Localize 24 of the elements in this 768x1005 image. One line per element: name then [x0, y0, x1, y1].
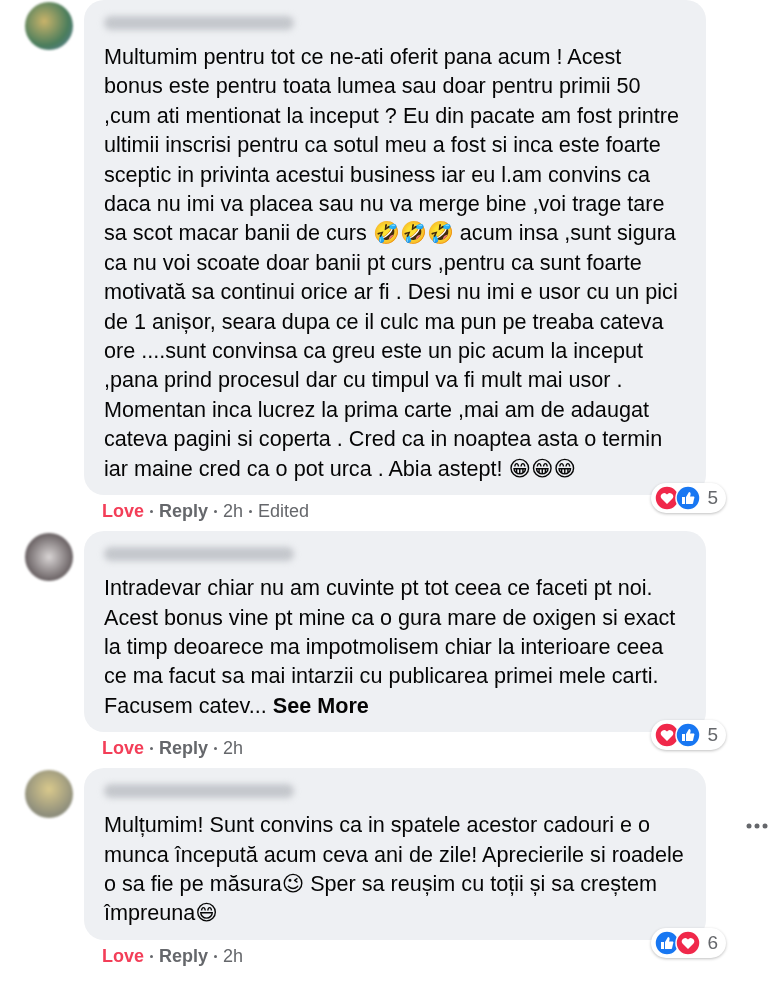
- comment-text: Intradevar chiar nu am cuvinte pt tot ceea ce faceti pt noi. Acest bonus vine pt mine ca o gura mare de oxigen si exact la timp deoarece ma impotmolisem chiar la interioare ceea ce ma facut sa mai intarzii cu publicarea primei mele carti. Facusem catev... See More: [104, 574, 677, 720]
- reply-link[interactable]: Reply: [159, 501, 209, 523]
- avatar[interactable]: [25, 770, 73, 819]
- avatar[interactable]: [25, 533, 73, 582]
- reaction-badge[interactable]: 5: [651, 483, 726, 514]
- love-link[interactable]: Love: [102, 501, 144, 523]
- timestamp: 2h: [223, 945, 244, 967]
- reply-link[interactable]: Reply: [159, 945, 209, 967]
- reaction-badge[interactable]: 6: [651, 927, 726, 958]
- reaction-badge[interactable]: 5: [651, 720, 726, 751]
- reaction-count: 6: [707, 931, 718, 954]
- reply-link[interactable]: Reply: [159, 738, 209, 760]
- love-link[interactable]: Love: [102, 945, 144, 967]
- reaction-count: 5: [707, 724, 718, 747]
- avatar[interactable]: [25, 2, 73, 50]
- love-link[interactable]: Love: [102, 738, 144, 760]
- timestamp: 2h: [223, 501, 244, 523]
- timestamp: 2h: [223, 738, 244, 760]
- comment-text: Mulțumim! Sunt convins ca in spatele acestor cadouri e o munca începută acum ceva ani de zile! Aprecierile si roadele o sa fie pe măsura😉 Sper sa reușim cu toții și sa creștem împreuna😄: [104, 811, 685, 928]
- see-more-link[interactable]: See More: [272, 692, 369, 718]
- reaction-count: 5: [707, 487, 718, 510]
- edited-label: Edited: [258, 501, 310, 523]
- comment-text: Multumim pentru tot ce ne-ati oferit pana acum ! Acest bonus este pentru toata lumea sau doar pentru primii 50 ,cum ati mentionat la inceput ? Eu din pacate am fost printre ultimii inscrisi pentru ca sotul meu a fost si inca este foarte sceptic in privinta acestui business iar eu l.am convins ca daca nu imi va placea sau nu va merge bine ,voi trage tare sa scot macar banii de curs 🤣🤣🤣 acum insa ,sunt sigura ca nu voi scoate doar banii pt curs ,pentru ca sunt foarte motivată sa continui orice ar fi . Desi nu imi e usor cu un pici de 1 anișor, seara dupa ce il culc ma pun pe treaba cateva ore ....sunt convinsa ca greu este un pic acum la inceput ,pana prind procesul dar cu timpul va fi mult mai usor . Momentan inca lucrez la prima carte ,mai am de adaugat cateva pagini si coperta . Cred ca in noaptea asta o termin iar maine cred ca o pot urca . Abia astept! 😁😁😁: [104, 43, 680, 483]
- more-options-icon[interactable]: [746, 823, 768, 830]
